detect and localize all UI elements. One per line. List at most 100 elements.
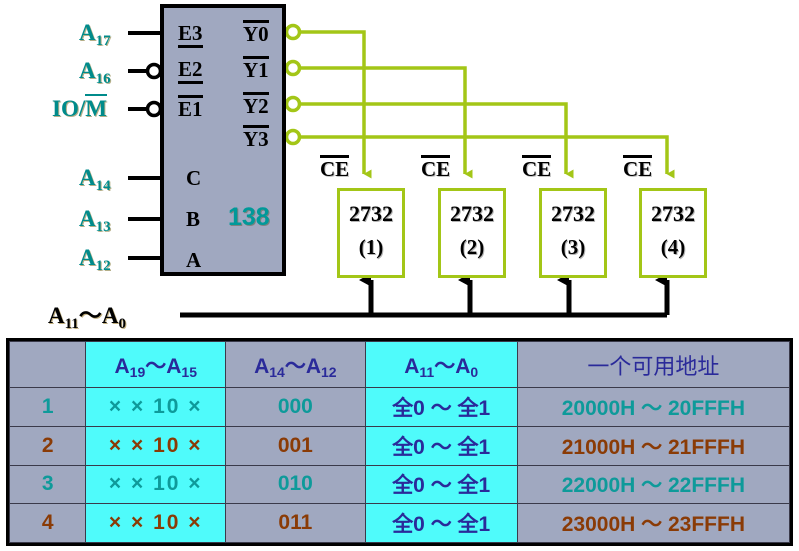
h3-sub-hi: 11 — [419, 363, 435, 380]
row-1-index-text: 1 — [41, 394, 54, 418]
pin-label-e1: E1 — [178, 95, 203, 121]
pin-label-e3: E3 — [178, 23, 203, 48]
chip-select-wires — [300, 30, 675, 179]
schematic-page: E3 E2 E1 C B A Y0 Y1 Y2 Y3 138 A17 A16 I… — [0, 0, 799, 551]
signal-label-a14: A14 — [79, 165, 111, 194]
row-3-address: 22000H ～ 22FFFH — [516, 464, 791, 505]
h2-sub-lo: 12 — [321, 363, 337, 380]
bus-label-low: A — [101, 303, 119, 328]
header-cell-address: 一个可用地址 — [516, 341, 791, 388]
header-a11-a0-text: A11～A0 — [404, 354, 478, 380]
row-2-a14-a12-text: 001 — [277, 433, 313, 457]
row-3-a14-a12: 010 — [225, 464, 366, 505]
row-3-address-text: 22000H ～ 22FFFH — [561, 474, 745, 498]
bus-label-low-sub: 0 — [118, 316, 126, 332]
signal-a17-base: A — [79, 20, 96, 45]
signal-label-a12: A12 — [79, 245, 111, 274]
signal-label-a17: A17 — [79, 20, 111, 49]
header-cell-a14-a12: A14～A12 — [225, 341, 366, 388]
table-header-row: A19～A15 A14～A12 A11～A0 一个可用地址 — [8, 341, 791, 388]
signal-label-io-m: IO/M — [52, 94, 107, 121]
signal-a17-sub: 17 — [95, 33, 111, 49]
row-3-index: 3 — [8, 464, 87, 505]
pin-label-a: A — [186, 248, 202, 272]
row-2-a11-a0: 全0 ～ 全1 — [364, 425, 518, 466]
row-2-a19-a15: × × 10 × — [85, 425, 227, 466]
row-1-a19-a15: × × 10 × — [85, 387, 227, 427]
memory-chip-2: 2732 (2) — [438, 188, 506, 278]
address-bus-wires — [180, 273, 670, 318]
header-a14-a12-text: A14～A12 — [254, 354, 337, 380]
row-1-a14-a12: 000 — [225, 387, 366, 427]
row-1-address: 20000H ～ 20FFFH — [516, 387, 791, 427]
memory-chip-3: 2732 (3) — [539, 188, 607, 278]
h1-base: A — [114, 354, 130, 378]
row-4-a14-a12: 011 — [225, 503, 366, 543]
pin-label-y3: Y3 — [243, 125, 269, 151]
row-4-address-text: 23000H ～ 23FFFH — [561, 513, 745, 537]
row-4-index: 4 — [8, 503, 87, 543]
io-m-barred: M — [85, 94, 107, 121]
decoder-schematic: E3 E2 E1 C B A Y0 Y1 Y2 Y3 138 A17 A16 I… — [0, 0, 799, 336]
header-cell-a19-a15: A19～A15 — [85, 341, 227, 388]
memory-chip-4: 2732 (4) — [639, 188, 707, 278]
memory-chip-1-index: (1) — [358, 235, 384, 259]
row-3-a19-a15: × × 10 × — [85, 464, 227, 505]
bus-label-high-sub: 11 — [64, 316, 79, 332]
memory-chip-4-index: (4) — [660, 235, 686, 259]
bus-label-tilde: ～ — [78, 303, 102, 328]
address-bus-label: A11～A0 — [48, 296, 126, 332]
pin-label-e2: E2 — [178, 59, 203, 84]
row-1-a14-a12-text: 000 — [277, 394, 313, 418]
row-2-index-text: 2 — [41, 433, 54, 457]
ce-label-mem1: CE — [320, 155, 350, 181]
h1-sub-lo: 15 — [181, 363, 197, 380]
row-2-a14-a12: 001 — [225, 425, 366, 466]
bus-label-high: A — [48, 303, 65, 328]
h1-tilde: ～ — [145, 354, 167, 378]
ce-label-mem2: CE — [421, 155, 451, 181]
row-3-index-text: 3 — [41, 472, 54, 496]
row-2-address: 21000H ～ 21FFFH — [516, 425, 791, 466]
io-m-prefix: IO/ — [52, 96, 86, 121]
table-row: 1 × × 10 × 000 全0 ～ 全1 20000H ～ 20FFFH — [8, 387, 791, 427]
memory-chip-1-part: 2732 — [349, 201, 393, 226]
signal-a14-sub: 14 — [95, 178, 111, 194]
decoder-part-number: 138 — [228, 203, 270, 231]
signal-a12-base: A — [79, 245, 96, 270]
row-4-a19-a15: × × 10 × — [85, 503, 227, 543]
row-3-a19-a15-text: × × 10 × — [108, 472, 203, 496]
signal-a16-sub: 16 — [95, 71, 111, 87]
h2-sub-hi: 14 — [269, 363, 285, 380]
h3-base: A — [404, 354, 420, 378]
row-4-index-text: 4 — [41, 511, 54, 535]
table-row: 3 × × 10 × 010 全0 ～ 全1 22000H ～ 22FFFH — [8, 464, 791, 505]
h2-base2: A — [305, 354, 322, 378]
wire-y3-to-mem4 — [300, 135, 675, 179]
pin-label-c: C — [186, 166, 202, 190]
h3-base2: A — [455, 354, 471, 378]
signal-label-a13: A13 — [79, 207, 111, 235]
row-1-a11-a0-text: 全0 ～ 全1 — [392, 396, 491, 420]
table-row: 2 × × 10 × 001 全0 ～ 全1 21000H ～ 21FFFH — [8, 425, 791, 466]
row-3-a11-a0: 全0 ～ 全1 — [364, 464, 518, 505]
row-1-address-text: 20000H ～ 20FFFH — [561, 396, 745, 420]
memory-chip-2-index: (2) — [459, 235, 485, 259]
h3-tilde: ～ — [434, 354, 456, 378]
header-a19-a15-text: A19～A15 — [114, 354, 197, 380]
row-1-index: 1 — [8, 387, 87, 427]
row-2-index: 2 — [8, 425, 87, 466]
address-map-table: A19～A15 A14～A12 A11～A0 一个可用地址 1 × × 10 × — [6, 338, 793, 546]
row-2-a11-a0-text: 全0 ～ 全1 — [392, 435, 491, 459]
h2-base: A — [254, 354, 270, 378]
pin-label-y0: Y0 — [243, 20, 269, 46]
ce-label-mem4: CE — [623, 155, 653, 181]
signal-a12-sub: 12 — [95, 258, 111, 274]
row-3-a14-a12-text: 010 — [277, 472, 313, 496]
ce-label-mem3: CE — [522, 155, 552, 181]
signal-a14-base: A — [79, 165, 96, 190]
header-address-text: 一个可用地址 — [587, 353, 720, 379]
row-2-a19-a15-text: × × 10 × — [108, 433, 203, 457]
pin-label-b: B — [186, 207, 201, 231]
memory-chip-3-index: (3) — [560, 235, 586, 259]
